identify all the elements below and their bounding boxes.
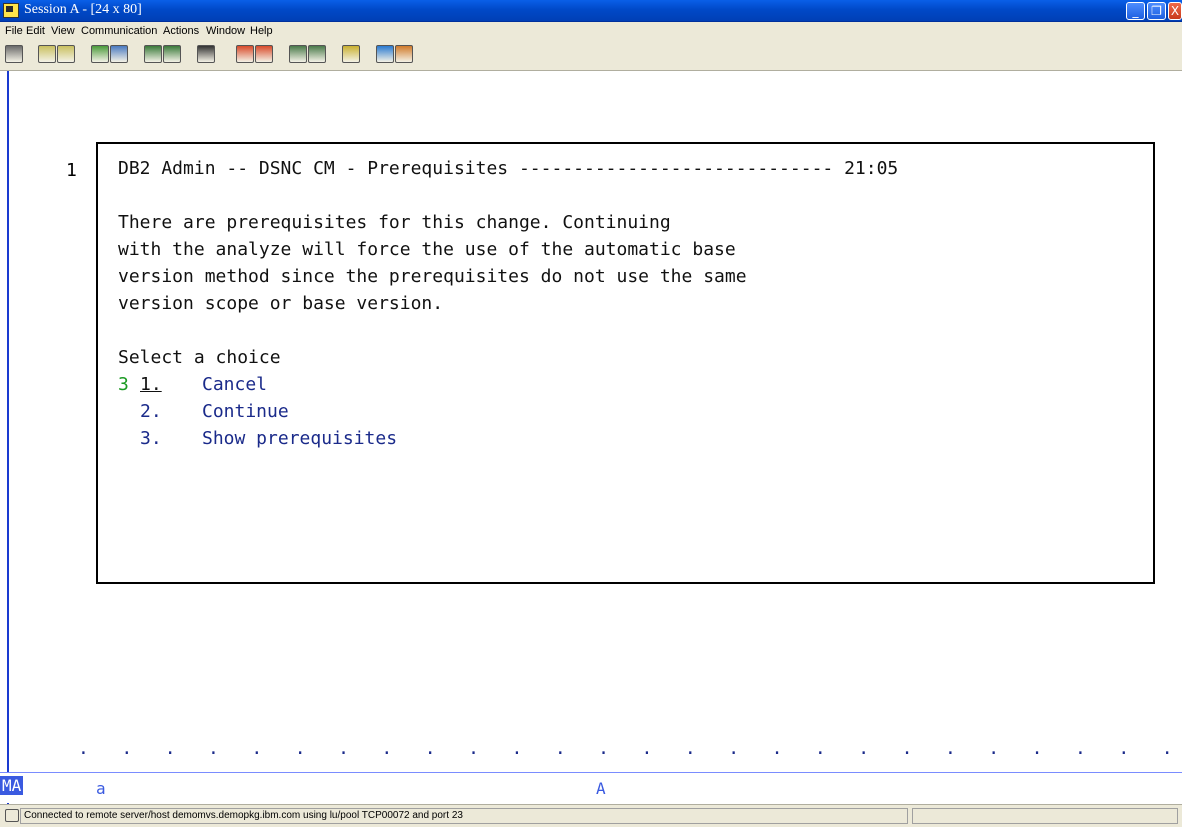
menu-help[interactable]: Help <box>250 25 273 37</box>
status-panel-secondary <box>912 808 1178 824</box>
connect-icon[interactable] <box>289 45 307 63</box>
paste-icon[interactable] <box>57 45 75 63</box>
menu-file[interactable]: File <box>5 25 23 37</box>
app-icon[interactable] <box>3 3 19 18</box>
operator-info-area: MA a A <box>0 773 1182 803</box>
selection-input[interactable]: 3 <box>118 371 129 398</box>
play-macro-icon[interactable] <box>255 45 273 63</box>
message-line-1: There are prerequisites for this change.… <box>118 212 671 233</box>
menu-actions[interactable]: Actions <box>163 25 199 37</box>
menu-window[interactable]: Window <box>206 25 245 37</box>
close-button[interactable]: X <box>1168 2 1182 20</box>
restore-button[interactable]: ❐ <box>1147 2 1166 20</box>
choice-3-number[interactable]: 3. <box>140 425 162 452</box>
record-macro-icon[interactable] <box>236 45 254 63</box>
oia-field-A: A <box>596 779 606 798</box>
choice-cancel[interactable]: Cancel <box>202 371 267 398</box>
menu-communication[interactable]: Communication <box>81 25 157 37</box>
status-panel-main <box>20 808 908 824</box>
oia-field-a: a <box>96 779 106 798</box>
menu-bar: File Edit View Communication Actions Win… <box>0 22 1182 40</box>
choice-1-number-text: 1. <box>140 374 162 395</box>
message-line-2: with the analyze will force the use of t… <box>118 239 736 260</box>
select-prompt: Select a choice <box>118 347 281 368</box>
clipboard-icon[interactable] <box>342 45 360 63</box>
window-title: Session A - [24 x 80] <box>24 2 142 17</box>
dialog-header: DB2 Admin -- DSNC CM - Prerequisites ---… <box>118 158 899 179</box>
connection-icon <box>5 809 19 822</box>
receive-file-icon[interactable] <box>110 45 128 63</box>
prerequisites-dialog: DB2 Admin -- DSNC CM - Prerequisites ---… <box>96 142 1155 584</box>
oia-mode-indicator: MA <box>0 776 42 796</box>
row-dots: . . . . . . . . . . . . . . . . . . . . … <box>78 738 1182 759</box>
choice-1-number[interactable]: 1. <box>140 371 162 398</box>
choice-show-prerequisites[interactable]: Show prerequisites <box>202 425 397 452</box>
keyboard-icon[interactable] <box>163 45 181 63</box>
copy-icon[interactable] <box>38 45 56 63</box>
disconnect-icon[interactable] <box>308 45 326 63</box>
message-line-3: version method since the prerequisites d… <box>118 266 747 287</box>
choice-2-number[interactable]: 2. <box>140 398 162 425</box>
toolbar <box>0 40 1182 71</box>
title-bar[interactable]: Session A - [24 x 80] _ ❐ X <box>0 0 1182 22</box>
oia-mode: MA <box>0 776 24 795</box>
pane-number: 1 <box>66 160 77 181</box>
globe-icon[interactable] <box>376 45 394 63</box>
print-screen-icon[interactable] <box>5 45 23 63</box>
edit-icon[interactable] <box>395 45 413 63</box>
status-bar: Connected to remote server/host demomvs.… <box>0 804 1182 827</box>
display-icon[interactable] <box>144 45 162 63</box>
send-file-icon[interactable] <box>91 45 109 63</box>
menu-edit[interactable]: Edit <box>26 25 45 37</box>
macro-icon[interactable] <box>197 45 215 63</box>
menu-view[interactable]: View <box>51 25 75 37</box>
minimize-button[interactable]: _ <box>1126 2 1145 20</box>
message-line-4: version scope or base version. <box>118 293 444 314</box>
choice-continue[interactable]: Continue <box>202 398 289 425</box>
